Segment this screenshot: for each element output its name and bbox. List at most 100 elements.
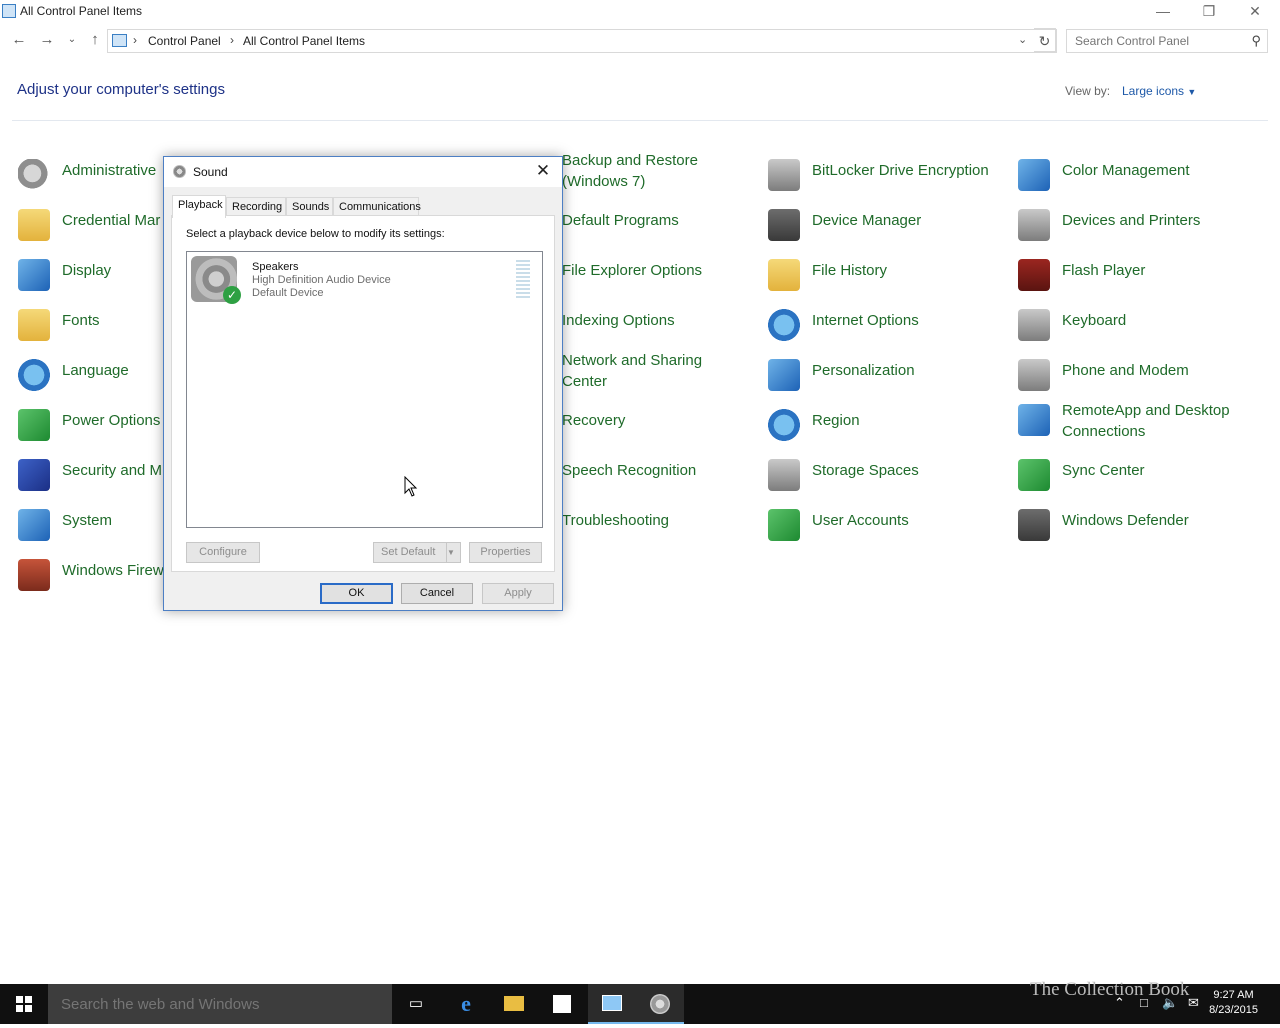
- cancel-button[interactable]: Cancel: [401, 583, 473, 604]
- cp-item-display[interactable]: Display: [18, 255, 168, 295]
- item-label: System: [62, 512, 113, 529]
- item-label: Internet Options: [812, 312, 919, 329]
- speaker-icon: [173, 165, 186, 178]
- chevron-down-icon[interactable]: ▼: [446, 543, 460, 562]
- sound-taskbar-icon[interactable]: [636, 984, 684, 1024]
- firewall-icon: [18, 559, 50, 591]
- cp-item-bitlocker[interactable]: BitLocker Drive Encryption: [768, 155, 1008, 195]
- personalization-icon: [768, 359, 800, 391]
- device-list[interactable]: ✓ Speakers High Definition Audio Device …: [186, 251, 543, 528]
- restore-button[interactable]: ❐: [1186, 0, 1232, 24]
- item-label: RemoteApp and Desktop Connections: [1062, 402, 1230, 440]
- item-label: User Accounts: [812, 512, 909, 529]
- chevron-right-icon: ›: [133, 33, 137, 47]
- language-icon: [18, 359, 50, 391]
- tab-playback[interactable]: Playback: [172, 195, 226, 218]
- device-status: Default Device: [252, 287, 324, 299]
- refresh-icon[interactable]: ↻: [1034, 28, 1056, 52]
- control-panel-icon: [112, 34, 127, 47]
- window-titlebar: All Control Panel Items — ❐ ✕: [0, 0, 1280, 24]
- search-icon[interactable]: ⚲: [1251, 33, 1261, 49]
- close-button[interactable]: ✕: [1232, 0, 1278, 24]
- cp-item-sync-center[interactable]: Sync Center: [1018, 455, 1258, 495]
- item-label: Region: [812, 412, 860, 429]
- cp-item-user-accounts[interactable]: User Accounts: [768, 505, 1008, 545]
- divider: [12, 120, 1268, 121]
- cp-item-internet-options[interactable]: Internet Options: [768, 305, 1008, 345]
- address-bar[interactable]: › Control Panel › All Control Panel Item…: [107, 29, 1057, 53]
- cp-item-phone-modem[interactable]: Phone and Modem: [1018, 355, 1258, 395]
- apply-button[interactable]: Apply: [482, 583, 554, 604]
- item-label: Windows Defender: [1062, 512, 1189, 529]
- store-icon[interactable]: [538, 984, 586, 1024]
- item-label: Default Programs: [562, 212, 679, 229]
- set-default-label: Set Default: [381, 546, 436, 558]
- taskbar-search: [48, 984, 392, 1024]
- file-explorer-icon[interactable]: [490, 984, 538, 1024]
- cp-item-windows-firewall[interactable]: Windows Firew: [18, 555, 168, 595]
- forward-icon[interactable]: →: [38, 32, 56, 50]
- chevron-right-icon[interactable]: ›: [230, 33, 234, 47]
- breadcrumb-control-panel[interactable]: Control Panel: [148, 34, 221, 48]
- cp-item-keyboard[interactable]: Keyboard: [1018, 305, 1258, 345]
- cp-item-administrative-tools[interactable]: Administrative: [18, 155, 168, 195]
- back-icon[interactable]: ←: [10, 32, 28, 50]
- taskbar-search-input[interactable]: [59, 993, 379, 1015]
- properties-button[interactable]: Properties: [469, 542, 542, 563]
- item-label: Windows Firew: [62, 562, 164, 579]
- minimize-button[interactable]: —: [1140, 0, 1186, 24]
- view-by-dropdown[interactable]: Large icons ▼: [1122, 84, 1196, 98]
- set-default-button[interactable]: Set Default ▼: [373, 542, 461, 563]
- item-label: Display: [62, 262, 112, 279]
- cp-item-power-options[interactable]: Power Options: [18, 405, 168, 445]
- clock-date: 8/23/2015: [1209, 1004, 1258, 1016]
- breadcrumb-all-items[interactable]: All Control Panel Items: [243, 34, 365, 48]
- cp-item-remoteapp[interactable]: RemoteApp and Desktop Connections: [1018, 400, 1268, 444]
- item-label: Devices and Printers: [1062, 212, 1201, 229]
- device-name[interactable]: Speakers: [252, 261, 298, 273]
- ok-button[interactable]: OK: [320, 583, 393, 604]
- recent-locations-icon[interactable]: ⌄: [63, 32, 81, 50]
- cp-item-windows-defender[interactable]: Windows Defender: [1018, 505, 1258, 545]
- flash-player-icon: [1018, 259, 1050, 291]
- cp-item-file-history[interactable]: File History: [768, 255, 1008, 295]
- checkmark-icon: ✓: [223, 286, 241, 304]
- power-options-icon: [18, 409, 50, 441]
- item-label: Speech Recognition: [562, 462, 697, 479]
- control-panel-icon: [2, 4, 16, 18]
- cp-item-security-maintenance[interactable]: Security and M: [18, 455, 168, 495]
- start-button[interactable]: [0, 984, 48, 1024]
- action-center-icon[interactable]: ✉: [1188, 995, 1199, 1011]
- storage-spaces-icon: [768, 459, 800, 491]
- tab-sounds[interactable]: Sounds: [286, 197, 333, 217]
- edge-browser-icon[interactable]: e: [442, 984, 490, 1024]
- bitlocker-key-icon: [768, 159, 800, 191]
- cp-item-system[interactable]: System: [18, 505, 168, 545]
- cp-item-storage-spaces[interactable]: Storage Spaces: [768, 455, 1008, 495]
- configure-button[interactable]: Configure: [186, 542, 260, 563]
- cp-item-region[interactable]: Region: [768, 405, 1008, 445]
- control-panel-taskbar-icon[interactable]: [588, 984, 636, 1024]
- cp-item-credential-manager[interactable]: Credential Mar: [18, 205, 168, 245]
- clock[interactable]: 9:27 AM 8/23/2015: [1209, 988, 1258, 1018]
- phone-icon: [1018, 359, 1050, 391]
- close-icon[interactable]: ✕: [532, 161, 554, 181]
- tab-recording[interactable]: Recording: [226, 197, 286, 217]
- chevron-down-icon[interactable]: ⌄: [1018, 33, 1027, 46]
- cp-item-flash-player[interactable]: Flash Player: [1018, 255, 1258, 295]
- windows-defender-icon: [1018, 509, 1050, 541]
- item-label: Troubleshooting: [562, 512, 670, 529]
- task-view-icon[interactable]: ▭: [392, 984, 440, 1024]
- cp-item-language[interactable]: Language: [18, 355, 168, 395]
- item-label: Keyboard: [1062, 312, 1127, 329]
- search-input[interactable]: [1073, 31, 1243, 51]
- up-icon[interactable]: ↑: [86, 32, 104, 50]
- tab-communications[interactable]: Communications: [333, 197, 421, 217]
- cp-item-personalization[interactable]: Personalization: [768, 355, 1008, 395]
- cp-item-color-management[interactable]: Color Management: [1018, 155, 1258, 195]
- cp-item-device-manager[interactable]: Device Manager: [768, 205, 1008, 245]
- cp-item-devices-printers[interactable]: Devices and Printers: [1018, 205, 1258, 245]
- cp-item-fonts[interactable]: Fonts: [18, 305, 168, 345]
- item-label: Personalization: [812, 362, 915, 379]
- item-label: File History: [812, 262, 888, 279]
